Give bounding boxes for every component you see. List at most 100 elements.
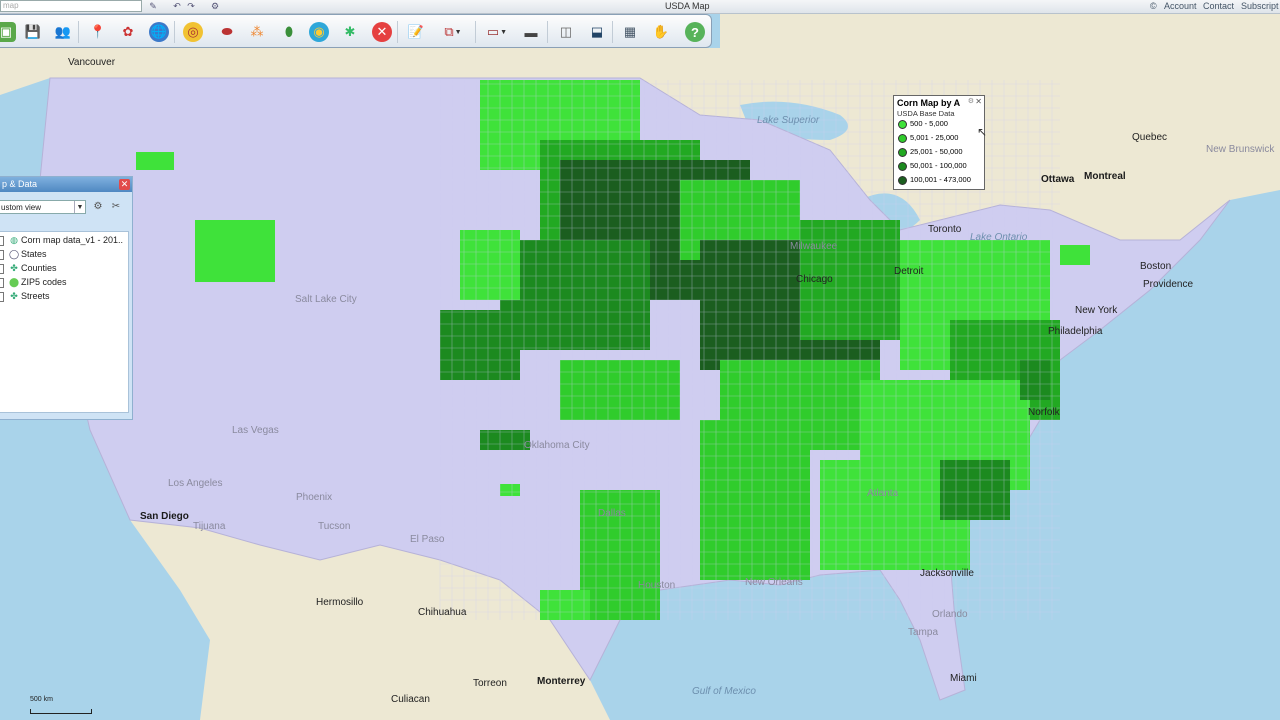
- legend-box[interactable]: Corn Map by A ⚙ ✕ USDA Base Data 500 - 5…: [893, 95, 985, 190]
- city-label: Houston: [638, 580, 676, 591]
- shapes-icon: ✤: [10, 263, 18, 273]
- tool-icon[interactable]: ✎: [148, 1, 158, 11]
- city-label: San Diego: [140, 511, 189, 522]
- legend-swatch: [898, 176, 907, 185]
- dataset-icon: ◍: [10, 235, 18, 245]
- city-label: Oklahoma City: [524, 440, 590, 451]
- city-label: Toronto: [928, 224, 962, 235]
- city-label: Culiacan: [391, 694, 430, 705]
- city-label: Tijuana: [193, 521, 226, 532]
- pin-icon[interactable]: 📍: [88, 22, 108, 42]
- globe-icon[interactable]: 🌐: [149, 22, 169, 42]
- layer-label: States: [21, 249, 47, 259]
- city-label: Miami: [950, 673, 977, 684]
- delete-icon[interactable]: ✕: [372, 22, 392, 42]
- layer-icon[interactable]: ⬮: [279, 22, 299, 42]
- cluster-icon[interactable]: ⁂: [247, 22, 267, 42]
- radius-icon[interactable]: ◎: [183, 22, 203, 42]
- help-icon[interactable]: ?: [685, 22, 705, 42]
- map-search-input[interactable]: map: [0, 0, 142, 12]
- legend-swatch: [898, 162, 907, 171]
- subscription-link[interactable]: Subscript: [1241, 1, 1279, 11]
- 3d-box-icon[interactable]: ◫: [556, 22, 576, 42]
- city-label: New Orleans: [745, 577, 803, 588]
- layer-checkbox[interactable]: [0, 278, 4, 288]
- city-label: Los Angeles: [168, 478, 223, 489]
- note-icon[interactable]: 📝: [406, 22, 426, 42]
- map-data-panel: p & Data ✕ ustom view ▼ ⚙ ✂ ◍ Corn map d…: [0, 176, 133, 420]
- legend-swatch: [898, 120, 907, 129]
- redo-icon[interactable]: ↷: [186, 1, 196, 11]
- layer-checkbox[interactable]: [0, 236, 4, 246]
- scale-bar: [30, 709, 92, 714]
- legend-title: Corn Map by A: [897, 98, 961, 108]
- label-icon[interactable]: ▭ ▼: [482, 22, 512, 42]
- main-toolbar: ▣ 💾 👥 📍 ✿ 🌐 ◎ ⬬ ⁂ ⬮ ◉ ✱ ✕ 📝 ⧉ ▼ ▭ ▼ ▬ ◫ ⬓ …: [0, 14, 712, 48]
- city-label: Norfolk: [1028, 407, 1060, 418]
- legend-options-icon[interactable]: ⚙: [968, 97, 974, 105]
- account-link[interactable]: Account: [1164, 1, 1197, 11]
- measure-icon[interactable]: ▬: [521, 22, 541, 42]
- city-label: Jacksonville: [920, 568, 974, 579]
- close-icon[interactable]: ✕: [119, 179, 130, 190]
- legend-label: 100,001 - 473,000: [910, 175, 971, 184]
- legend-label: 25,001 - 50,000: [910, 147, 963, 156]
- view-select-value: ustom view: [1, 203, 42, 212]
- city-label: Quebec: [1132, 132, 1168, 143]
- layer-label: Counties: [21, 263, 57, 273]
- city-label: Phoenix: [296, 492, 333, 503]
- legend-label: 5,001 - 25,000: [910, 133, 959, 142]
- city-label: Salt Lake City: [295, 294, 357, 305]
- map-canvas[interactable]: [0, 0, 1280, 720]
- city-label: Vancouver: [68, 57, 116, 68]
- new-map-icon[interactable]: ▣: [0, 22, 16, 42]
- lake-label: Lake Superior: [757, 115, 820, 126]
- zip-icon: ⬤: [9, 277, 20, 287]
- settings-icon[interactable]: ⚙: [210, 1, 220, 11]
- heat-icon[interactable]: ◉: [309, 22, 329, 42]
- hand-icon[interactable]: ✋: [651, 22, 671, 42]
- legend-label: 500 - 5,000: [910, 119, 948, 128]
- region-label: New Brunswick: [1206, 144, 1275, 155]
- layer-list: ◍ Corn map data_v1 - 201.. ◯ States ✤ Co…: [0, 231, 129, 413]
- close-icon[interactable]: ✕: [975, 97, 982, 106]
- tools-icon[interactable]: ✂: [110, 201, 122, 213]
- users-icon[interactable]: 👥: [53, 22, 73, 42]
- layer-label: Streets: [21, 291, 50, 301]
- circle-icon: ◯: [9, 249, 20, 259]
- city-label: Philadelphia: [1048, 326, 1103, 337]
- city-label: Milwaukee: [790, 241, 838, 252]
- web-icon[interactable]: ⬓: [587, 22, 607, 42]
- grid-icon[interactable]: ▦: [620, 22, 640, 42]
- gear-globe-icon[interactable]: ✱: [340, 22, 360, 42]
- layer-checkbox[interactable]: [0, 250, 4, 260]
- panel-title: p & Data: [2, 179, 38, 189]
- scale-label: 500 km: [30, 696, 53, 703]
- legend-swatch: [898, 134, 907, 143]
- app-title: USDA Map: [665, 1, 710, 11]
- city-label: Providence: [1143, 279, 1194, 290]
- mouse-cursor-icon: ↖: [977, 125, 988, 139]
- save-icon[interactable]: 💾: [23, 22, 43, 42]
- layer-checkbox[interactable]: [0, 264, 4, 274]
- city-label: Detroit: [894, 266, 924, 277]
- undo-icon[interactable]: ↶: [172, 1, 182, 11]
- export-icon[interactable]: ⧉ ▼: [438, 22, 468, 42]
- gear-icon[interactable]: ⚙: [92, 201, 104, 213]
- layer-label: Corn map data_v1 - 201..: [21, 235, 124, 245]
- contact-link[interactable]: Contact: [1203, 1, 1234, 11]
- panel-header: p & Data ✕: [0, 177, 132, 192]
- territory-icon[interactable]: ✿: [118, 22, 138, 42]
- city-label: Atlanta: [867, 488, 899, 499]
- city-label: Orlando: [932, 609, 968, 620]
- route-icon[interactable]: ⬬: [217, 22, 237, 42]
- city-label: Hermosillo: [316, 597, 364, 608]
- lake-label: Lake Ontario: [970, 232, 1028, 243]
- view-select[interactable]: ustom view ▼: [0, 200, 86, 214]
- copyright-icon: ©: [1150, 1, 1157, 11]
- city-label: Dallas: [598, 508, 626, 519]
- gulf-label: Gulf of Mexico: [692, 686, 756, 697]
- layer-checkbox[interactable]: [0, 292, 4, 302]
- city-label: Montreal: [1084, 171, 1126, 182]
- city-label: El Paso: [410, 534, 445, 545]
